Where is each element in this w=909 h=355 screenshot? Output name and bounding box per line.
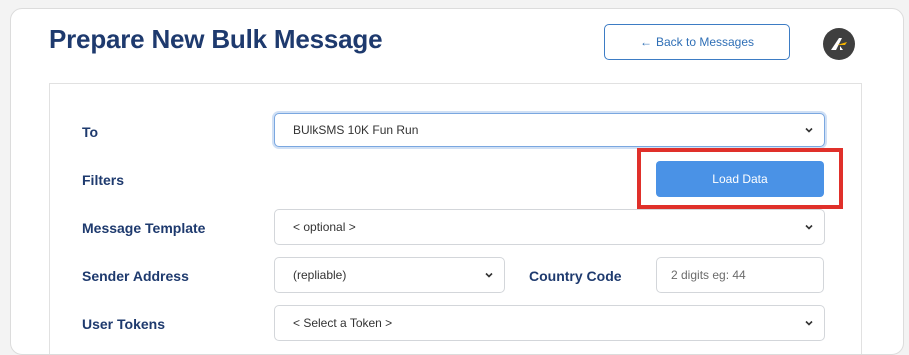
sender-address-select[interactable]: (repliable) <box>274 257 505 293</box>
filters-label: Filters <box>82 172 125 188</box>
sender-address-value: (repliable) <box>293 268 347 282</box>
user-tokens-value: < Select a Token > <box>293 316 393 330</box>
message-template-select[interactable]: < optional > <box>274 209 825 245</box>
back-to-messages-label: Back to Messages <box>655 35 755 49</box>
chevron-down-icon <box>805 224 813 230</box>
to-label: To <box>82 124 99 140</box>
country-code-input[interactable]: 2 digits eg: 44 <box>656 257 824 293</box>
message-template-value: < optional > <box>293 220 356 234</box>
user-tokens-select[interactable]: < Select a Token > <box>274 305 825 341</box>
chevron-down-icon <box>805 320 813 326</box>
highlight-box <box>637 148 843 209</box>
chevron-down-icon <box>485 272 493 278</box>
back-to-messages-button[interactable]: ← Back to Messages <box>604 24 790 60</box>
sender-address-label: Sender Address <box>82 268 189 284</box>
app-logo-icon[interactable] <box>823 28 855 60</box>
arrow-left-icon: ← <box>639 35 652 49</box>
chevron-down-icon <box>805 127 813 133</box>
to-select-value: BUlkSMS 10K Fun Run <box>293 123 419 137</box>
country-code-label: Country Code <box>529 268 622 284</box>
user-tokens-label: User Tokens <box>82 316 165 332</box>
message-template-label: Message Template <box>82 220 206 236</box>
to-select[interactable]: BUlkSMS 10K Fun Run <box>274 113 825 147</box>
page-title: Prepare New Bulk Message <box>49 24 383 54</box>
